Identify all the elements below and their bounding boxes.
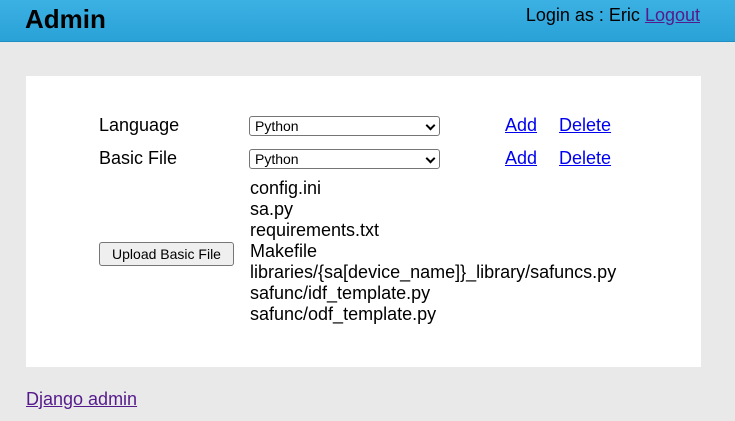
- language-add-link[interactable]: Add: [505, 114, 537, 136]
- basic-file-list: config.ini sa.py requirements.txt Makefi…: [250, 178, 616, 325]
- basic-file-add-link[interactable]: Add: [505, 147, 537, 169]
- basic-file-delete-link[interactable]: Delete: [559, 147, 611, 169]
- list-item: safunc/idf_template.py: [250, 283, 431, 303]
- language-select-value: Python: [255, 118, 299, 134]
- chevron-down-icon: [425, 153, 436, 164]
- list-item: Makefile: [250, 241, 318, 261]
- django-admin-link[interactable]: Django admin: [26, 388, 137, 410]
- list-item: sa.py: [250, 199, 294, 219]
- top-header: Admin Login as : Eric Logout: [0, 0, 735, 42]
- login-status-text: Login as : Eric: [525, 5, 640, 25]
- admin-form-panel: Language Python Add Delete Basic File Py…: [26, 76, 701, 367]
- list-item: safunc/odf_template.py: [250, 304, 437, 324]
- language-select[interactable]: Python: [249, 116, 440, 136]
- list-item: requirements.txt: [250, 220, 380, 240]
- chevron-down-icon: [425, 120, 436, 131]
- user-info: Login as : Eric Logout: [526, 5, 700, 25]
- logout-link[interactable]: Logout: [645, 5, 700, 25]
- app-title: Admin: [25, 4, 106, 34]
- language-delete-link[interactable]: Delete: [559, 114, 611, 136]
- basic-file-select[interactable]: Python: [249, 149, 440, 169]
- basic-file-select-value: Python: [255, 151, 299, 167]
- list-item: config.ini: [250, 178, 322, 198]
- list-item: libraries/{sa[device_name]}_library/safu…: [250, 262, 617, 282]
- language-label: Language: [99, 115, 180, 135]
- basic-file-label: Basic File: [99, 148, 178, 168]
- upload-basic-file-button[interactable]: Upload Basic File: [99, 242, 234, 266]
